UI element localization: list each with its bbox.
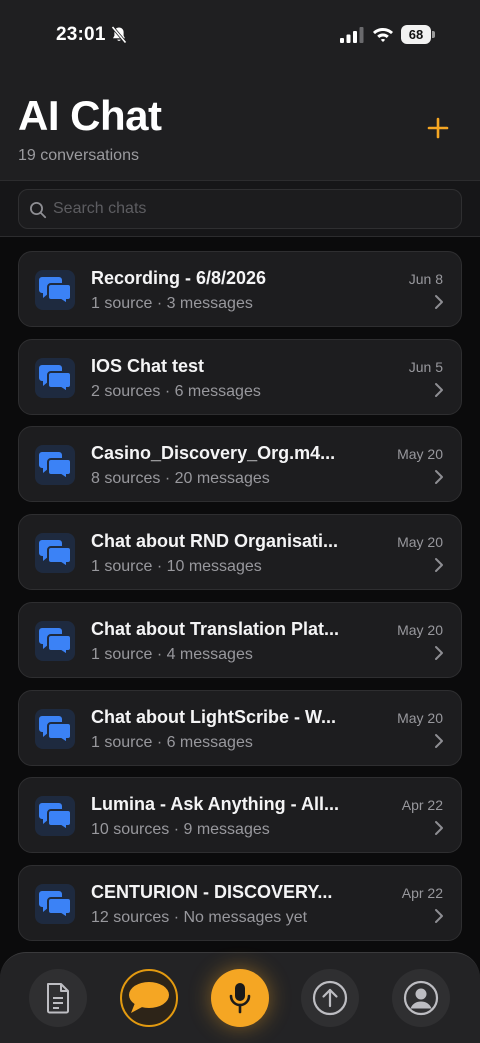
chat-subtitle: 2 sources · 6 messages [91, 382, 261, 400]
chevron-right-icon [435, 733, 443, 748]
chat-date: May 20 [397, 446, 443, 463]
chat-bubbles-icon [39, 452, 72, 481]
conversation-count: 19 conversations [18, 147, 139, 164]
search-icon [30, 202, 47, 219]
chat-subtitle: 10 sources · 9 messages [91, 821, 270, 839]
add-chat-button[interactable] [424, 114, 452, 142]
chat-icon-box [35, 620, 75, 661]
chat-bubbles-icon [39, 715, 72, 744]
chat-list-item[interactable]: Casino_Discovery_Org.m4... 8 sources · 20… [18, 426, 462, 503]
chevron-right-icon [435, 295, 443, 309]
chevron-right-icon [435, 908, 443, 923]
wifi-icon [373, 28, 393, 42]
chat-list-item[interactable]: Lumina - Ask Anything - All... 10 sources… [18, 777, 462, 854]
chat-list-item[interactable]: Recording - 6/8/2026 1 source · 3 message… [18, 251, 462, 327]
chat-title: IOS Chat test [91, 355, 205, 376]
chat-subtitle: 1 source · 10 messages [91, 558, 262, 576]
chat-bubbles-icon [39, 277, 72, 305]
search-field[interactable] [18, 189, 462, 229]
chat-date: May 20 [397, 709, 443, 726]
chat-icon-box [35, 883, 75, 924]
chat-list-item[interactable]: IOS Chat test 2 sources · 6 messages Jun 5 [18, 338, 462, 415]
chat-date: May 20 [397, 621, 443, 638]
chat-subtitle: 1 source · 6 messages [91, 733, 253, 751]
search-input[interactable] [53, 190, 453, 228]
chat-title: CENTURION - DISCOVERY... [91, 881, 333, 902]
upload-icon [312, 980, 348, 1016]
chat-bubbles-icon [39, 540, 72, 569]
chat-subtitle: 8 sources · 20 messages [91, 470, 270, 488]
tab-bar [0, 952, 480, 1043]
status-time: 23:01 [56, 24, 106, 45]
chevron-right-icon [435, 382, 443, 397]
chat-list-item[interactable]: Chat about Translation Plat... 1 source ·… [18, 601, 462, 678]
header: 23:01 68 AI Chat 19 conversations [0, 0, 480, 180]
page-title: AI Chat [18, 92, 162, 139]
document-icon [47, 983, 69, 1014]
chat-icon-box [35, 796, 75, 837]
tab-upload[interactable] [301, 969, 359, 1027]
bell-off-icon [111, 26, 127, 44]
microphone-icon [229, 983, 251, 1014]
status-bar: 23:01 68 [0, 0, 480, 60]
tab-documents[interactable] [29, 969, 87, 1027]
chevron-right-icon [435, 470, 443, 485]
chat-title: Chat about RND Organisati... [91, 531, 339, 552]
chat-title: Lumina - Ask Anything - All... [91, 794, 340, 815]
chat-subtitle: 12 sources · No messages yet [91, 908, 308, 926]
search-bar [0, 180, 480, 237]
battery-tip [432, 31, 435, 38]
chat-icon-box [35, 708, 75, 749]
chat-title: Chat about Translation Plat... [91, 618, 340, 639]
chat-list-item[interactable]: Chat about LightScribe - W... 1 source · … [18, 689, 462, 766]
chat-list-item[interactable]: Chat about RND Organisati... 1 source · 1… [18, 514, 462, 591]
chevron-right-icon [435, 558, 443, 573]
chat-date: May 20 [397, 534, 443, 551]
chat-date: Jun 5 [408, 358, 443, 375]
screen: 23:01 68 AI Chat 19 conversations Search… [0, 0, 480, 1043]
chat-icon-box [35, 533, 75, 574]
chevron-right-icon [435, 821, 443, 836]
tab-record[interactable] [211, 969, 269, 1027]
chat-date: Apr 22 [401, 797, 443, 814]
chat-subtitle: 1 source · 4 messages [91, 645, 253, 663]
tab-chats[interactable] [120, 969, 178, 1027]
chat-date: Apr 22 [401, 884, 443, 901]
chat-date: Jun 8 [408, 271, 443, 287]
chat-title: Recording - 6/8/2026 [91, 268, 267, 288]
chat-icon-box [35, 445, 75, 486]
chat-bubble-icon [129, 982, 169, 1013]
signal-icon [340, 27, 364, 43]
chat-bubbles-icon [39, 627, 72, 656]
profile-icon [403, 980, 439, 1016]
battery-indicator: 68 [401, 25, 435, 44]
chat-bubbles-icon [39, 890, 72, 919]
chat-title: Chat about LightScribe - W... [91, 706, 336, 727]
chat-bubbles-icon [39, 364, 72, 393]
chevron-right-icon [435, 645, 443, 660]
chat-title: Casino_Discovery_Org.m4... [91, 443, 336, 464]
chat-icon-box [35, 357, 75, 398]
chat-subtitle: 1 source · 3 messages [91, 295, 253, 312]
tab-profile[interactable] [392, 969, 450, 1027]
chat-bubbles-icon [39, 803, 72, 832]
chat-list-item[interactable]: CENTURION - DISCOVERY... 12 sources · No … [18, 864, 462, 941]
battery-level: 68 [401, 25, 431, 44]
chat-icon-box [35, 270, 75, 310]
